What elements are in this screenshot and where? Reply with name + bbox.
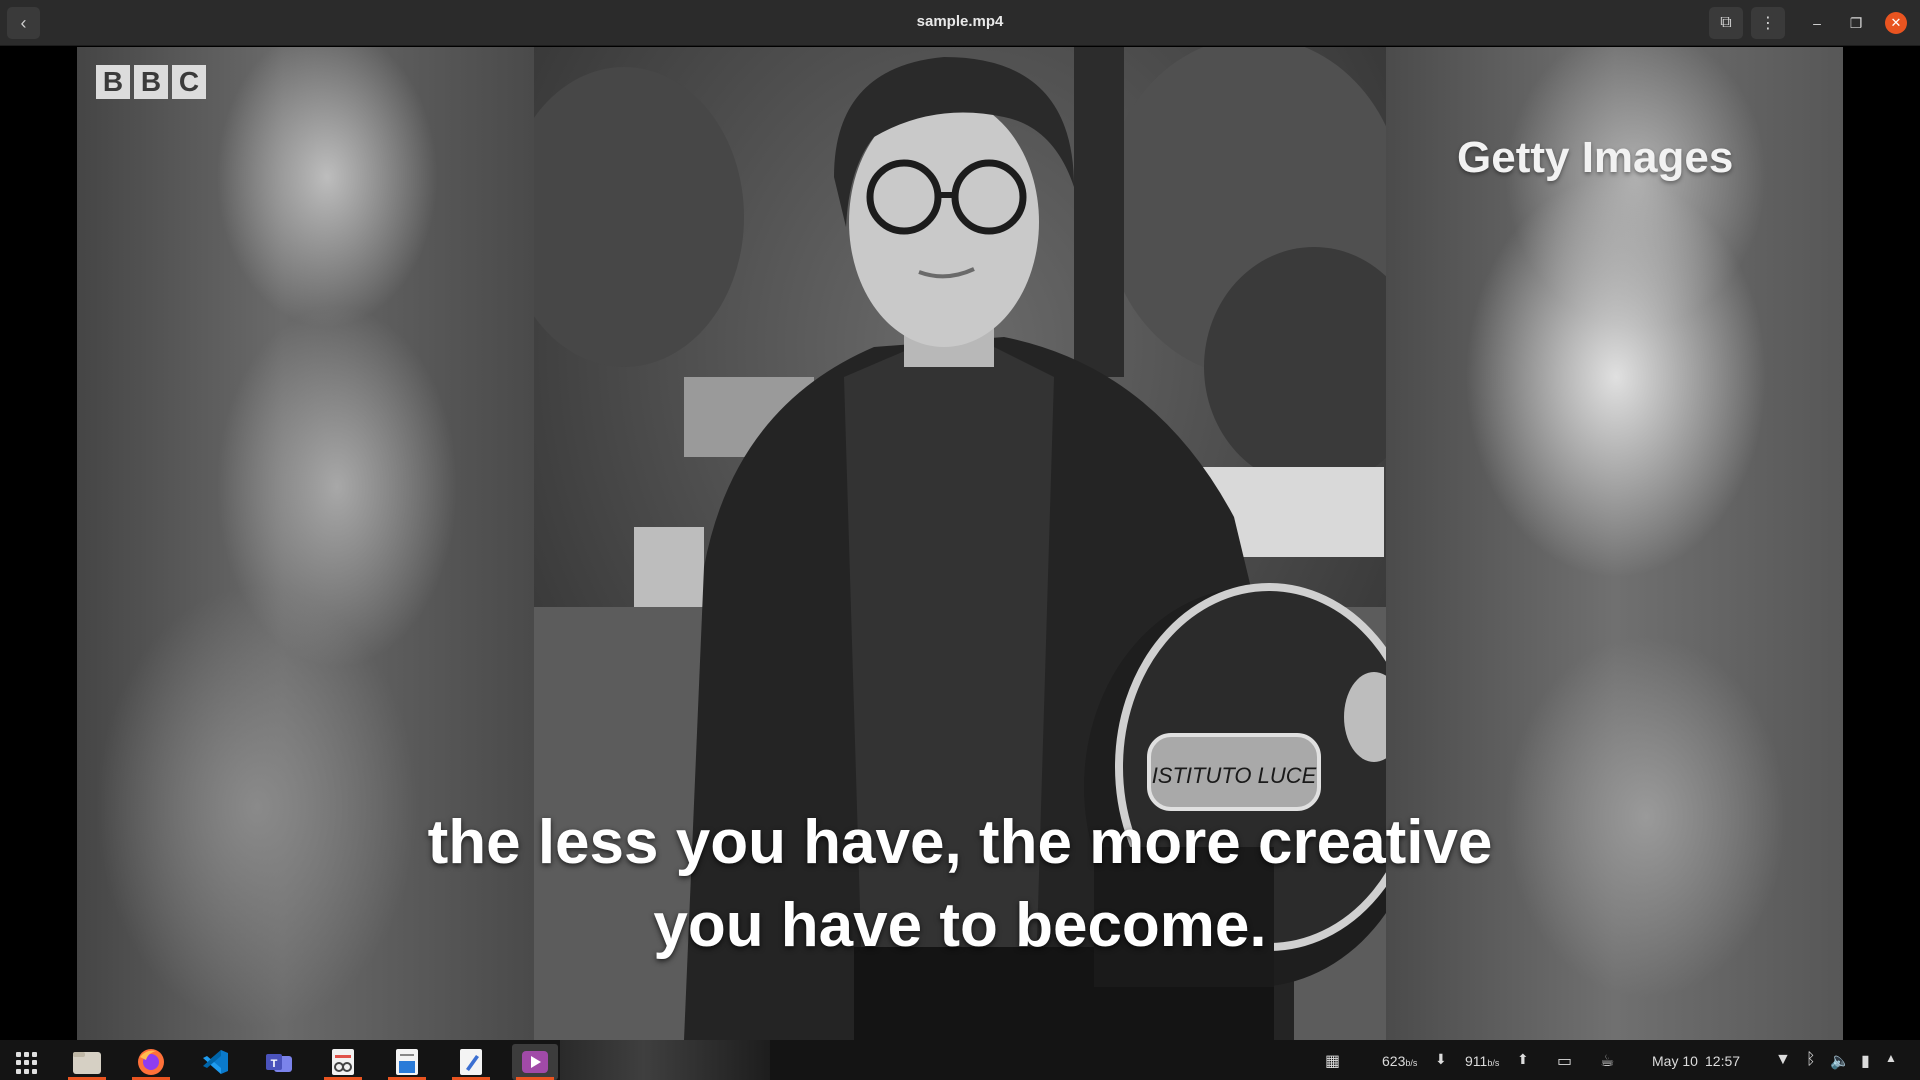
document-viewer-app-button[interactable] [320, 1044, 366, 1080]
bbc-logo: B B C [96, 65, 206, 99]
network-upload-unit: b/s [1487, 1058, 1500, 1068]
window-preview-strip [560, 1040, 770, 1080]
wifi-icon[interactable]: ▼ [1775, 1051, 1791, 1069]
svg-text:T: T [271, 1058, 278, 1070]
minimize-icon: – [1813, 15, 1821, 31]
battery-icon[interactable]: ▮ [1861, 1051, 1870, 1071]
close-button[interactable]: ✕ [1885, 12, 1907, 34]
close-icon: ✕ [1890, 15, 1902, 30]
getty-images-watermark: Getty Images [1457, 133, 1734, 182]
writer-app-button[interactable] [384, 1044, 430, 1080]
bluetooth-icon[interactable]: ᛒ [1806, 1051, 1816, 1069]
firefox-icon [138, 1049, 164, 1075]
teams-icon: T [266, 1054, 292, 1072]
bbc-logo-letter: C [172, 65, 206, 99]
window-titlebar: ‹ sample.mp4 ⧉ ⋮ – ❐ ✕ [0, 0, 1920, 46]
tray-expand-icon[interactable]: ▲ [1885, 1051, 1897, 1065]
folder-icon [73, 1052, 101, 1074]
minimize-button[interactable]: – [1806, 12, 1828, 34]
firefox-app-button[interactable] [128, 1044, 174, 1080]
writer-document-icon [396, 1049, 418, 1075]
video-player-icon [522, 1051, 548, 1073]
app-grid-icon[interactable] [16, 1052, 38, 1074]
network-download-unit: b/s [1405, 1058, 1418, 1068]
bbc-logo-letter: B [134, 65, 168, 99]
clock-time[interactable]: 12:57 [1705, 1053, 1740, 1069]
kebab-menu-icon: ⋮ [1760, 15, 1776, 32]
camera-label-text: ISTITUTO LUCE [1152, 763, 1317, 788]
menu-button[interactable]: ⋮ [1751, 7, 1785, 39]
restore-button[interactable]: ❐ [1845, 12, 1867, 34]
bbc-logo-letter: B [96, 65, 130, 99]
video-frame[interactable]: ISTITUTO LUCE B B C Getty Images the les… [77, 47, 1843, 1040]
network-upload-value: 911 [1465, 1053, 1488, 1069]
network-download-value: 623 [1382, 1053, 1406, 1069]
subtitle-line-1: the less you have, the more creative [427, 808, 1493, 877]
vscode-icon [203, 1050, 228, 1074]
text-editor-icon [460, 1049, 482, 1075]
network-download-rate: 623b/s [1382, 1053, 1417, 1069]
screen-share-icon[interactable]: ▭ [1557, 1051, 1572, 1071]
text-editor-app-button[interactable] [448, 1044, 494, 1080]
window-title: sample.mp4 [916, 13, 1004, 30]
taskbar: T ▦ 623b/s ⬇ 911b/s ⬆ ▭ ☕ May 10 12:57 ▼… [0, 1040, 1920, 1080]
clock-date[interactable]: May 10 [1652, 1053, 1698, 1069]
pip-icon: ⧉ [1720, 14, 1732, 31]
video-player-app-button[interactable] [512, 1044, 558, 1080]
files-app-button[interactable] [64, 1044, 110, 1080]
network-upload-rate: 911b/s [1465, 1053, 1499, 1069]
subtitle-line-2: you have to become. [653, 891, 1267, 960]
picture-in-picture-button[interactable]: ⧉ [1709, 7, 1743, 39]
vscode-app-button[interactable] [192, 1044, 238, 1080]
gpu-icon[interactable]: ☕ [1600, 1051, 1614, 1071]
teams-app-button[interactable]: T [256, 1044, 302, 1080]
volume-icon[interactable]: 🔈 [1830, 1051, 1850, 1071]
download-arrow-icon: ⬇ [1435, 1051, 1447, 1067]
document-viewer-icon [332, 1049, 354, 1075]
restore-icon: ❐ [1849, 14, 1863, 31]
upload-arrow-icon: ⬆ [1517, 1051, 1529, 1067]
system-monitor-icon[interactable]: ▦ [1325, 1051, 1340, 1071]
